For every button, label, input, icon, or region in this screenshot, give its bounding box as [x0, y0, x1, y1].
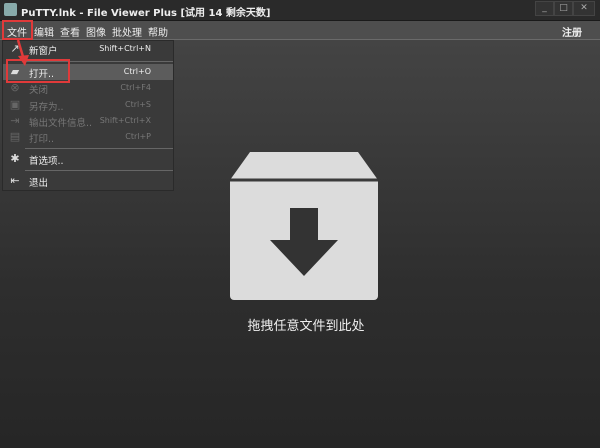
- menu-item-shortcut: Shift+Ctrl+N: [99, 44, 151, 53]
- register-button[interactable]: 注册: [562, 24, 582, 39]
- close-button[interactable]: ✕: [573, 1, 595, 16]
- menu-item-label: 退出: [29, 178, 49, 189]
- menu-item-export-info[interactable]: ⇥ 输出文件信息.. Shift+Ctrl+X: [3, 113, 173, 130]
- export-icon: ⇥: [10, 114, 20, 127]
- menu-item-preferences[interactable]: ✱ 首选项..: [3, 151, 173, 168]
- title-bar: PuTTY.lnk - File Viewer Plus [试用 14 剩余天数…: [0, 0, 600, 21]
- menu-separator: [25, 170, 173, 171]
- highlight-file-menu: [2, 20, 33, 40]
- app-icon: [4, 3, 17, 16]
- menu-edit[interactable]: 编辑: [34, 24, 54, 39]
- print-icon: ▤: [9, 130, 21, 143]
- menu-view[interactable]: 查看: [60, 24, 80, 39]
- menu-item-save-as[interactable]: ▣ 另存为.. Ctrl+S: [3, 97, 173, 114]
- exit-icon: ⇤: [10, 174, 20, 187]
- menu-item-label: 首选项..: [29, 156, 64, 167]
- menu-separator: [25, 148, 173, 149]
- menu-item-shortcut: Ctrl+S: [124, 100, 151, 109]
- menu-image[interactable]: 图像: [86, 24, 106, 39]
- menu-item-label: 输出文件信息..: [29, 118, 93, 129]
- gear-icon: ✱: [10, 152, 20, 165]
- menu-item-label: 打印..: [29, 134, 55, 145]
- menu-item-shortcut: Ctrl+P: [125, 132, 151, 141]
- save-icon: ▣: [9, 98, 21, 111]
- menu-item-shortcut: Ctrl+F4: [120, 83, 151, 92]
- menu-item-exit[interactable]: ⇤ 退出: [3, 173, 173, 190]
- drop-hint-text: 拖拽任意文件到此处: [247, 319, 365, 334]
- close-circle-icon: ⊗: [10, 81, 20, 94]
- menu-item-print[interactable]: ▤ 打印.. Ctrl+P: [3, 129, 173, 146]
- menu-item-shortcut: Ctrl+O: [123, 67, 151, 76]
- menu-batch[interactable]: 批处理: [112, 24, 142, 39]
- window-title: PuTTY.lnk - File Viewer Plus [试用 14 剩余天数…: [21, 8, 271, 19]
- menu-item-shortcut: Shift+Ctrl+X: [99, 116, 151, 125]
- maximize-button[interactable]: □: [554, 1, 573, 16]
- annotation-arrow-icon: [16, 39, 29, 66]
- drop-box-icon: [230, 152, 378, 300]
- menu-item-label: 关闭: [29, 85, 49, 96]
- minimize-button[interactable]: _: [535, 1, 554, 16]
- menu-help[interactable]: 帮助: [148, 24, 168, 39]
- menu-item-label: 另存为..: [29, 102, 64, 113]
- menu-bar: 文件 编辑 查看 图像 批处理 帮助 注册: [0, 21, 600, 40]
